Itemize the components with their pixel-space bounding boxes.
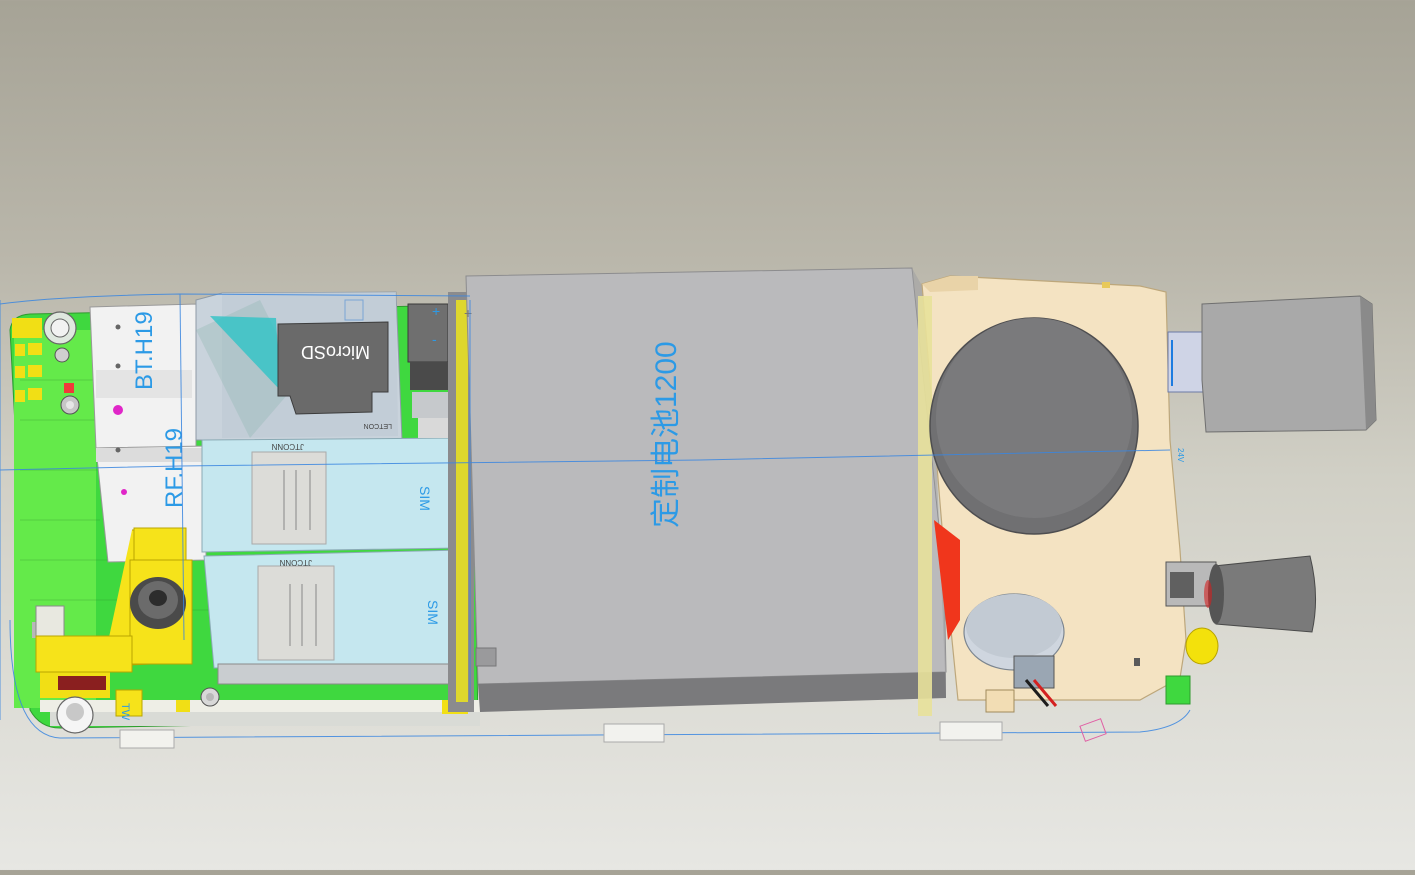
- microsd-card: MicroSD: [277, 321, 389, 415]
- cad-3d-viewport[interactable]: BT.H19 RF.H19 TW MicroSD LETCON JTCONN S…: [0, 0, 1415, 870]
- microsd-label: MicroSD: [301, 342, 370, 362]
- sim2-brand: JTCONN: [279, 558, 312, 567]
- audio-jack: [1165, 555, 1317, 665]
- sim1-label: SIM: [417, 486, 433, 511]
- sim-holder-1: JTCONN SIM: [201, 437, 459, 553]
- speaker-enclosure: [918, 275, 1187, 716]
- phone-pcb-assembly-model: BT.H19 RF.H19 TW MicroSD LETCON JTCONN S…: [0, 267, 1377, 749]
- side-tag: 24V: [1176, 448, 1185, 463]
- tw-component: TW: [115, 689, 143, 721]
- connector-plus: +: [432, 303, 440, 319]
- battery-plus-mark: +: [464, 305, 472, 321]
- battery-connector: + -: [407, 303, 449, 438]
- microsd-holder: MicroSD LETCON: [195, 291, 403, 441]
- battery-label: 定制电池1200: [650, 341, 683, 528]
- sim-holder-2: JTCONN SIM: [203, 549, 469, 685]
- bt-module-label: BT.H19: [131, 311, 158, 390]
- battery-pack: + 定制电池1200: [448, 267, 947, 712]
- rf-module-label: RF.H19: [161, 428, 188, 508]
- sim1-brand: JTCONN: [271, 442, 304, 451]
- microsd-brand: LETCON: [364, 422, 392, 429]
- connector-minus: -: [432, 331, 437, 347]
- sim2-label: SIM: [425, 600, 441, 625]
- tw-label: TW: [119, 703, 131, 721]
- usb-connector: 24V: [1167, 295, 1377, 463]
